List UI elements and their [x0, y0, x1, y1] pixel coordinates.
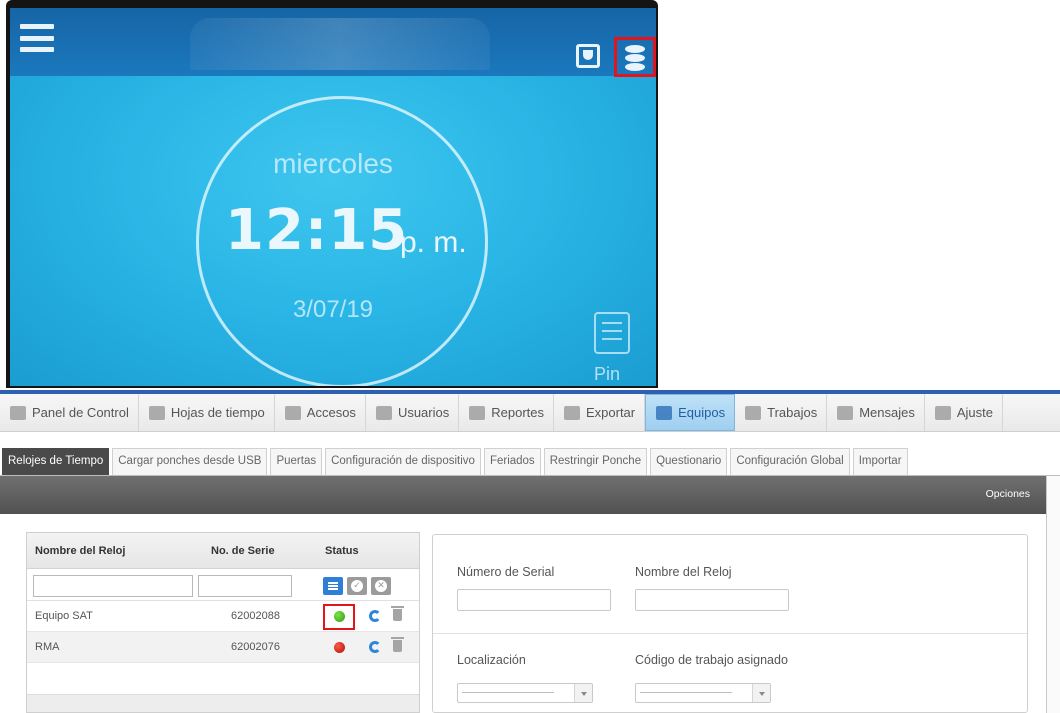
clock-date: 3/07/19	[292, 296, 374, 323]
equipment-tabs: Relojes de Tiempo Cargar ponches desde U…	[0, 448, 1060, 476]
nav-label: Accesos	[306, 405, 356, 420]
clock-time: 12:15	[225, 198, 409, 263]
dashboard-icon	[10, 405, 26, 420]
user-icon	[375, 405, 392, 420]
clock-ampm: p. m.	[400, 226, 467, 259]
filter-row: ✓ ✕	[27, 569, 419, 601]
sync-icon[interactable]	[369, 641, 381, 653]
nav-label: Usuarios	[397, 405, 450, 420]
serial-input[interactable]	[457, 589, 611, 611]
nav-label: Exportar	[585, 405, 636, 420]
nav-label: Hojas de tiempo	[170, 405, 265, 420]
tab-puertas[interactable]: Puertas	[270, 448, 323, 475]
chevron-down-icon	[752, 684, 770, 702]
table-row[interactable]: Equipo SAT 62002088	[27, 601, 419, 632]
day-of-week: miercoles	[273, 148, 393, 179]
options-button[interactable]: Opciones	[986, 488, 1030, 500]
device-reflection	[190, 18, 490, 70]
menu-icon[interactable]	[20, 24, 54, 52]
pin-keypad-icon[interactable]	[594, 312, 630, 354]
chevron-down-icon	[574, 684, 592, 702]
serial-label: Número de Serial	[457, 565, 555, 579]
screenshot-composite: miercoles 12:15 p. m. 3/07/19 Pin Panel …	[0, 0, 1060, 713]
form-divider	[433, 633, 1027, 634]
nav-label: Mensajes	[859, 405, 915, 420]
list-filter-button[interactable]	[323, 577, 343, 595]
tab-configuracion-dispositivo[interactable]: Configuración de dispositivo	[325, 448, 481, 475]
check-filter-button[interactable]: ✓	[347, 577, 367, 595]
column-header-status[interactable]: Status	[325, 545, 359, 557]
nav-panel-de-control[interactable]: Panel de Control	[0, 394, 139, 431]
nav-label: Panel de Control	[32, 405, 129, 420]
sync-icon[interactable]	[369, 610, 381, 622]
pin-label[interactable]: Pin	[594, 364, 620, 385]
clock-serial: 62002088	[231, 610, 280, 622]
trash-icon[interactable]	[391, 606, 404, 621]
scrollbar[interactable]	[1046, 476, 1060, 713]
nav-label: Trabajos	[767, 405, 818, 420]
cup-icon[interactable]	[576, 44, 600, 68]
table-header: Nombre del Reloj No. de Serie Status	[27, 533, 419, 569]
serial-filter-input[interactable]	[198, 575, 292, 597]
tab-relojes-de-tiempo[interactable]: Relojes de Tiempo	[2, 448, 110, 475]
jobs-icon	[745, 405, 762, 420]
tab-feriados[interactable]: Feriados	[483, 448, 541, 475]
clock-details-form: Número de Serial Nombre del Reloj Locali…	[432, 534, 1028, 713]
nav-label: Reportes	[491, 405, 544, 420]
clock-name-input[interactable]	[635, 589, 789, 611]
column-header-serial[interactable]: No. de Serie	[211, 545, 275, 557]
nav-usuarios[interactable]: Usuarios	[366, 394, 460, 431]
job-code-select[interactable]	[635, 683, 771, 703]
nav-trabajos[interactable]: Trabajos	[735, 394, 828, 431]
nav-label: Equipos	[678, 405, 726, 420]
clocks-table: Nombre del Reloj No. de Serie Status ✓ ✕…	[26, 532, 420, 713]
nav-equipos[interactable]: Equipos	[645, 394, 736, 431]
table-footer	[27, 694, 419, 712]
clock-serial: 62002076	[231, 641, 280, 653]
location-select[interactable]	[457, 683, 593, 703]
bar-chart-icon	[469, 405, 486, 420]
tab-restringir-ponche[interactable]: Restringir Ponche	[543, 448, 648, 475]
status-online-icon	[334, 611, 345, 622]
tab-configuracion-global[interactable]: Configuración Global	[730, 448, 850, 475]
clock-name-label: Nombre del Reloj	[635, 565, 732, 579]
nav-ajuste[interactable]: Ajuste	[925, 394, 1003, 431]
status-offline-icon	[334, 642, 345, 653]
door-icon	[284, 405, 301, 420]
tab-importar[interactable]: Importar	[852, 448, 908, 475]
check-icon: ✓	[351, 580, 363, 592]
tools-icon	[934, 405, 951, 420]
main-navigation: Panel de Control Hojas de tiempo Accesos…	[0, 390, 1060, 432]
tab-cargar-ponches-usb[interactable]: Cargar ponches desde USB	[112, 448, 268, 475]
column-header-name[interactable]: Nombre del Reloj	[35, 545, 125, 557]
nav-mensajes[interactable]: Mensajes	[827, 394, 925, 431]
time-clock-device: miercoles 12:15 p. m. 3/07/19 Pin	[6, 0, 658, 388]
nav-exportar[interactable]: Exportar	[554, 394, 646, 431]
job-code-label: Código de trabajo asignado	[635, 653, 788, 667]
device-top-bar	[10, 8, 656, 77]
device-screen: miercoles 12:15 p. m. 3/07/19 Pin	[10, 8, 656, 386]
close-filter-button[interactable]: ✕	[371, 577, 391, 595]
close-icon: ✕	[375, 580, 387, 592]
devices-icon	[656, 405, 673, 420]
options-bar: Opciones	[0, 476, 1046, 514]
trash-icon[interactable]	[391, 637, 404, 652]
location-label: Localización	[457, 653, 526, 667]
tab-questionario[interactable]: Questionario	[650, 448, 728, 475]
name-filter-input[interactable]	[33, 575, 193, 597]
clock-name: RMA	[35, 641, 60, 653]
nav-hojas-de-tiempo[interactable]: Hojas de tiempo	[139, 394, 275, 431]
calendar-icon	[148, 405, 165, 420]
message-icon	[837, 405, 854, 420]
database-icon[interactable]	[614, 37, 656, 77]
clock-name: Equipo SAT	[35, 610, 93, 622]
nav-reportes[interactable]: Reportes	[459, 394, 554, 431]
nav-accesos[interactable]: Accesos	[275, 394, 366, 431]
export-icon	[563, 405, 580, 420]
nav-label: Ajuste	[956, 405, 993, 420]
table-row[interactable]: RMA 62002076	[27, 632, 419, 663]
